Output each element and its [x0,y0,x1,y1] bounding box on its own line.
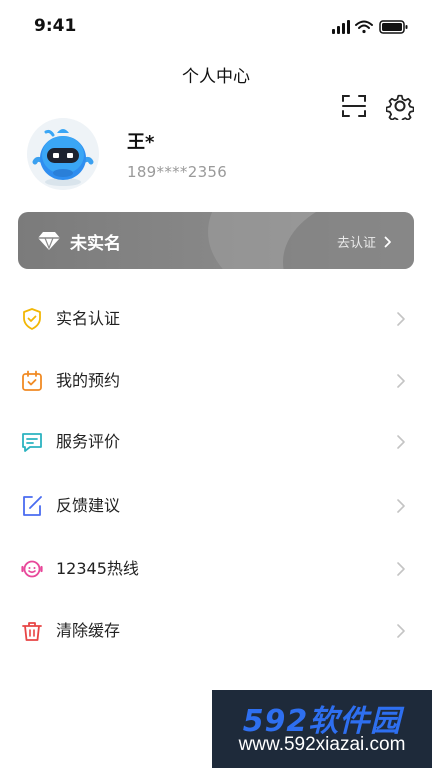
chevron-right-icon [384,236,391,247]
scan-icon [342,95,366,117]
menu-item-label: 清除缓存 [56,621,121,640]
menu-item-my-appointments[interactable]: 我的预约 [0,357,432,405]
user-name: 王* [127,132,155,153]
verify-link[interactable]: 去认证 [337,232,392,251]
menu-item-label: 12345热线 [56,559,139,578]
verify-status: 未实名 [36,229,121,254]
verify-link-label: 去认证 [336,236,376,251]
robot-avatar [27,118,99,190]
menu-item-feedback[interactable]: 反馈建议 [0,482,432,530]
user-phone: 189****2356 [127,163,228,181]
menu-item-label: 实名认证 [56,309,121,328]
menu-item-real-name-auth[interactable]: 实名认证 [0,295,432,343]
menu-item-label: 反馈建议 [56,496,121,515]
trash-icon [22,622,42,641]
menu-item-clear-cache[interactable]: 清除缓存 [0,607,432,655]
chevron-right-icon [397,435,405,449]
chevron-right-icon [397,562,405,576]
battery-icon [379,20,408,34]
status-icons [332,20,408,34]
scan-button[interactable] [340,92,368,120]
menu-item-service-review[interactable]: 服务评价 [0,418,432,466]
calendar-check-icon [22,370,42,391]
chevron-right-icon [397,374,405,388]
menu-item-label: 我的预约 [56,371,121,390]
edit-icon [23,496,42,516]
diamond-icon [38,232,60,250]
page-title: 个人中心 [182,67,250,87]
signal-icon [332,20,350,34]
status-time: 9:41 [34,16,77,36]
hotline-icon [21,560,43,578]
watermark: 592软件园 www.592xiazai.com [212,690,432,768]
chevron-right-icon [397,312,405,326]
wifi-icon [355,20,373,34]
avatar[interactable] [27,118,99,190]
status-bar: 9:41 [0,0,432,54]
shield-check-icon [23,308,41,330]
verify-banner[interactable]: 未实名 去认证 [18,212,414,269]
watermark-url: www.592xiazai.com [238,734,406,755]
verify-status-label: 未实名 [70,233,121,254]
settings-button[interactable] [385,92,415,124]
gear-icon [385,94,415,124]
menu-item-hotline[interactable]: 12345热线 [0,545,432,593]
chat-bubble-icon [22,433,42,452]
chevron-right-icon [397,624,405,638]
chevron-right-icon [397,499,405,513]
menu-item-label: 服务评价 [56,432,121,451]
